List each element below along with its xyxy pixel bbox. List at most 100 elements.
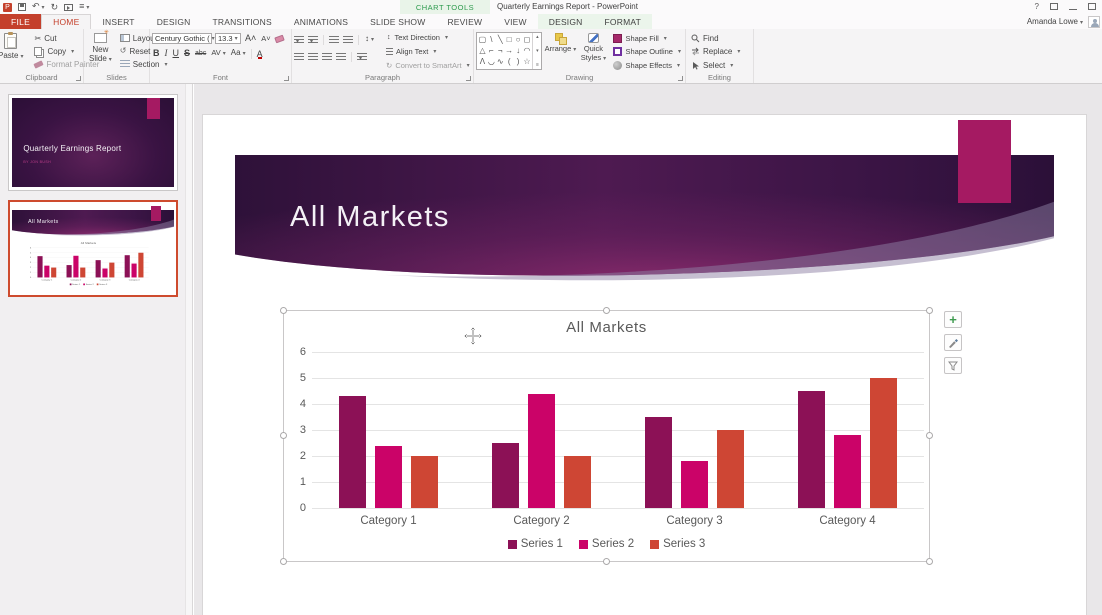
drawing-dialog-launcher[interactable]: [678, 76, 683, 81]
decrease-font-size-button[interactable]: A˅: [260, 33, 271, 44]
shape-icon[interactable]: ○: [516, 35, 521, 44]
user-name[interactable]: Amanda Lowe: [1027, 17, 1083, 26]
thumbnail-panel-scrollbar[interactable]: [185, 84, 192, 615]
tab-transitions[interactable]: TRANSITIONS: [201, 14, 282, 29]
shapes-scroll-up-icon[interactable]: ▴: [536, 34, 539, 40]
shape-icon[interactable]: ↓: [516, 46, 520, 55]
shape-icon[interactable]: □: [507, 35, 512, 44]
justify-icon[interactable]: [336, 52, 346, 61]
chart-elements-button[interactable]: +: [944, 311, 962, 328]
shape-icon[interactable]: ◡: [488, 58, 495, 66]
slide-title-text[interactable]: All Markets: [290, 201, 450, 234]
chart-bar[interactable]: [870, 378, 897, 508]
avatar[interactable]: [1088, 15, 1100, 28]
legend-item[interactable]: Series 2: [578, 538, 634, 550]
align-center-icon[interactable]: [308, 52, 318, 61]
shape-fill-button[interactable]: Shape Fill: [611, 33, 683, 44]
chart-bar[interactable]: [564, 456, 591, 508]
increase-indent-icon[interactable]: [343, 35, 353, 44]
help-icon[interactable]: ?: [1035, 2, 1039, 11]
shape-icon[interactable]: (: [508, 58, 511, 66]
tab-insert[interactable]: INSERT: [91, 14, 145, 29]
shape-icon[interactable]: ☆: [523, 58, 530, 66]
minimize-icon[interactable]: [1069, 8, 1077, 10]
italic-button[interactable]: I: [164, 48, 169, 59]
chart-object[interactable]: All Markets 0 1 2 3 4 5 6 Category 1 Category 2 Ca…: [280, 307, 933, 565]
change-case-button[interactable]: Aa: [230, 47, 247, 60]
chart-styles-button[interactable]: [944, 334, 962, 351]
shape-icon[interactable]: ¬: [498, 46, 503, 55]
strikethrough-button[interactable]: S: [183, 48, 191, 59]
slide-canvas[interactable]: All Markets All Markets 0 1 2 3 4 5 6 Category 1…: [203, 115, 1086, 615]
chart-bar[interactable]: [375, 445, 402, 508]
slide-accent-rect[interactable]: [958, 120, 1011, 203]
shape-icon[interactable]: \: [490, 35, 492, 44]
tab-view[interactable]: VIEW: [493, 14, 538, 29]
shape-effects-button[interactable]: Shape Effects: [611, 60, 683, 71]
redo-icon[interactable]: ↻: [51, 2, 59, 12]
align-left-icon[interactable]: [294, 52, 304, 61]
chart-bar[interactable]: [339, 396, 366, 508]
select-button[interactable]: Select: [688, 60, 742, 71]
increase-font-size-button[interactable]: A˄: [244, 33, 257, 44]
chart-filters-button[interactable]: [944, 357, 962, 374]
bold-button[interactable]: B: [152, 48, 161, 59]
text-shadow-button[interactable]: abc: [194, 48, 207, 59]
quick-styles-button[interactable]: Quick Styles: [578, 32, 608, 71]
tab-file[interactable]: FILE: [0, 14, 42, 29]
columns-icon[interactable]: [357, 52, 367, 61]
shapes-scroll-down-icon[interactable]: ▾: [536, 48, 539, 54]
tab-review[interactable]: REVIEW: [436, 14, 493, 29]
find-button[interactable]: Find: [688, 33, 742, 44]
legend-item[interactable]: Series 3: [650, 538, 705, 550]
shape-icon[interactable]: ╲: [498, 35, 503, 44]
shape-icon[interactable]: △: [479, 46, 485, 55]
numbering-icon[interactable]: [308, 35, 318, 44]
new-slide-button[interactable]: New Slide: [86, 29, 115, 71]
paragraph-dialog-launcher[interactable]: [466, 76, 471, 81]
slide-thumbnail-1[interactable]: Quarterly Earnings Report BY JON BUSH: [8, 94, 178, 191]
tab-slide-show[interactable]: SLIDE SHOW: [359, 14, 436, 29]
shape-icon[interactable]: →: [505, 46, 513, 55]
shapes-more-icon[interactable]: ≡: [536, 62, 539, 68]
chart-title[interactable]: All Markets: [284, 319, 929, 336]
contextual-tab-design[interactable]: DESIGN: [538, 14, 594, 29]
line-spacing-icon[interactable]: ↕: [364, 33, 375, 46]
decrease-indent-icon[interactable]: [329, 35, 339, 44]
chart-bar[interactable]: [717, 430, 744, 508]
chart-bar[interactable]: [681, 461, 708, 508]
arrange-button[interactable]: Arrange: [545, 32, 575, 71]
customize-qat-icon[interactable]: ≡: [79, 1, 89, 13]
align-right-icon[interactable]: [322, 52, 332, 61]
save-icon[interactable]: [18, 3, 26, 11]
shape-icon[interactable]: ⌐: [489, 46, 494, 55]
chart-bar[interactable]: [528, 393, 555, 508]
clear-formatting-icon[interactable]: [273, 34, 285, 43]
chart-bar[interactable]: [798, 391, 825, 508]
shape-icon[interactable]: ◻: [524, 35, 531, 44]
chart-bar[interactable]: [834, 435, 861, 508]
ribbon-display-options-icon[interactable]: [1050, 3, 1058, 10]
text-direction-button[interactable]: ↕ Text Direction: [384, 32, 472, 44]
underline-button[interactable]: U: [172, 48, 181, 59]
chart-legend[interactable]: Series 1 Series 2 Series 3: [284, 538, 929, 550]
legend-item[interactable]: Series 1: [507, 538, 563, 550]
chart-bar[interactable]: [411, 456, 438, 508]
start-slideshow-icon[interactable]: [64, 3, 74, 11]
shape-outline-button[interactable]: Shape Outline: [611, 46, 683, 57]
restore-icon[interactable]: [1088, 3, 1096, 10]
shape-icon[interactable]: ): [517, 58, 520, 66]
bullets-icon[interactable]: [294, 35, 304, 44]
align-text-button[interactable]: Align Text: [384, 46, 472, 58]
tab-design[interactable]: DESIGN: [146, 14, 202, 29]
contextual-tab-format[interactable]: FORMAT: [594, 14, 652, 29]
clipboard-dialog-launcher[interactable]: [76, 76, 81, 81]
shape-icon[interactable]: Λ: [480, 58, 485, 66]
chart-bar[interactable]: [492, 443, 519, 508]
font-size-combobox[interactable]: 13.3: [215, 33, 241, 44]
font-dialog-launcher[interactable]: [284, 76, 289, 81]
shape-icon[interactable]: ∿: [497, 58, 504, 66]
tab-home[interactable]: HOME: [41, 14, 92, 29]
replace-button[interactable]: Replace: [688, 46, 742, 57]
font-family-combobox[interactable]: Century Gothic (: [152, 33, 212, 44]
